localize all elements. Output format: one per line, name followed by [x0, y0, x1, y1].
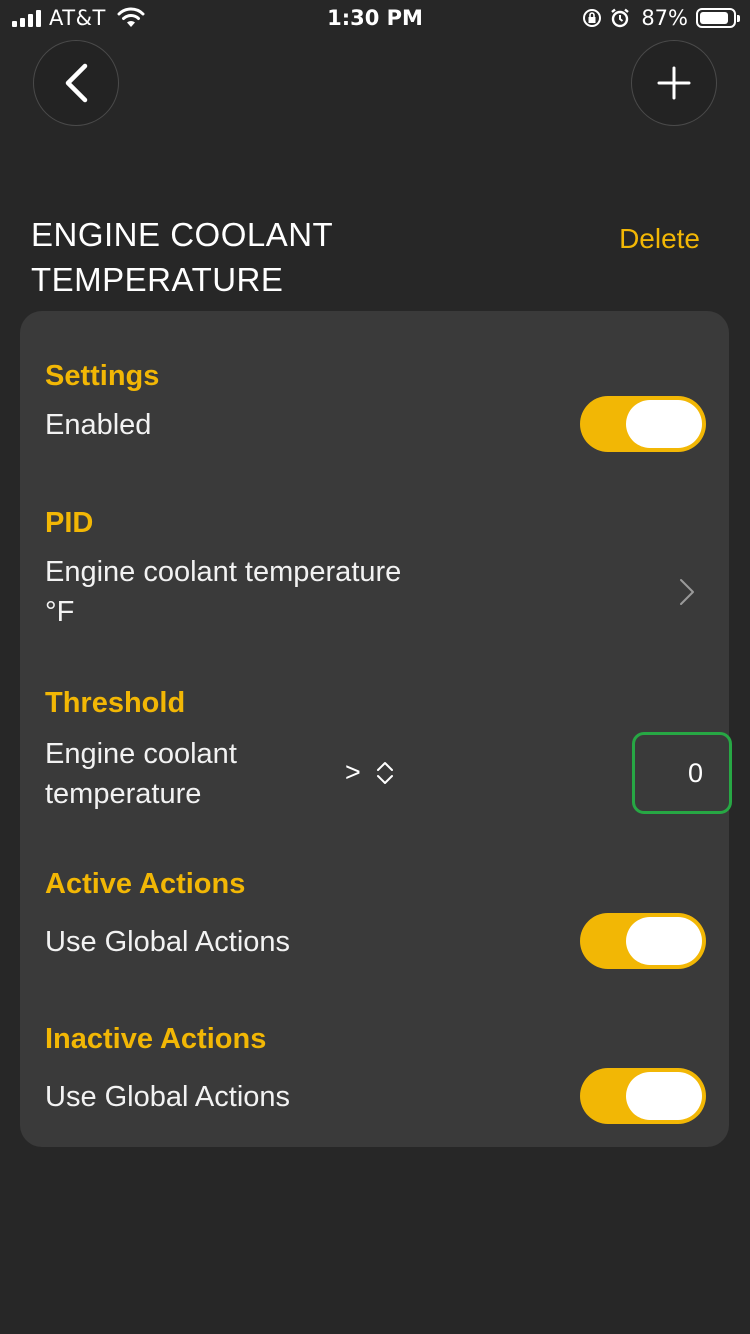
plus-icon: [657, 66, 691, 100]
settings-section-label: Settings: [45, 360, 160, 392]
orientation-lock-icon: [583, 9, 602, 27]
alert-settings-card: Settings Enabled PID Engine coolant temp…: [20, 311, 732, 1147]
pid-selector[interactable]: Engine coolant temperature °F: [45, 552, 401, 632]
pid-section-label: PID: [45, 507, 94, 539]
threshold-metric-line2: temperature: [45, 778, 202, 810]
back-button[interactable]: [33, 40, 119, 126]
inactive-actions-option-label: Use Global Actions: [45, 1081, 291, 1113]
operator-selector[interactable]: >: [345, 757, 395, 788]
pid-unit: °F: [45, 596, 75, 628]
threshold-metric-line1: Engine coolant: [45, 738, 237, 770]
status-bar: AT&T 1:30 PM 87%: [0, 0, 750, 40]
active-actions-toggle[interactable]: [580, 913, 706, 969]
battery-icon: [696, 8, 740, 28]
active-actions-section-label: Active Actions: [45, 868, 246, 900]
alarm-icon: [611, 8, 630, 28]
toggle-knob: [626, 400, 702, 448]
enabled-toggle[interactable]: [580, 396, 706, 452]
status-right: 87%: [581, 6, 740, 30]
chevron-left-icon: [65, 63, 88, 103]
chevron-right-icon[interactable]: [677, 577, 697, 607]
pid-name: Engine coolant temperature: [45, 556, 402, 588]
threshold-section-label: Threshold: [45, 687, 186, 719]
delete-button[interactable]: Delete: [619, 223, 700, 255]
enabled-label: Enabled: [45, 409, 152, 441]
add-button[interactable]: [631, 40, 717, 126]
page-title-line2: TEMPERATURE: [31, 261, 284, 298]
up-down-chevron-icon: [376, 761, 393, 784]
operator-value: >: [345, 757, 361, 787]
active-actions-option-label: Use Global Actions: [45, 926, 291, 958]
inactive-actions-toggle[interactable]: [580, 1068, 706, 1124]
battery-percent: 87%: [641, 6, 688, 30]
toggle-knob: [626, 917, 702, 965]
inactive-actions-section-label: Inactive Actions: [45, 1023, 267, 1055]
page-title: ENGINE COOLANT TEMPERATURE: [31, 212, 391, 302]
battery-fill: [700, 12, 728, 24]
threshold-value-input[interactable]: 0: [632, 732, 732, 814]
threshold-metric: Engine coolant temperature: [45, 734, 237, 814]
page-title-line1: ENGINE COOLANT: [31, 216, 334, 253]
toggle-knob: [626, 1072, 702, 1120]
